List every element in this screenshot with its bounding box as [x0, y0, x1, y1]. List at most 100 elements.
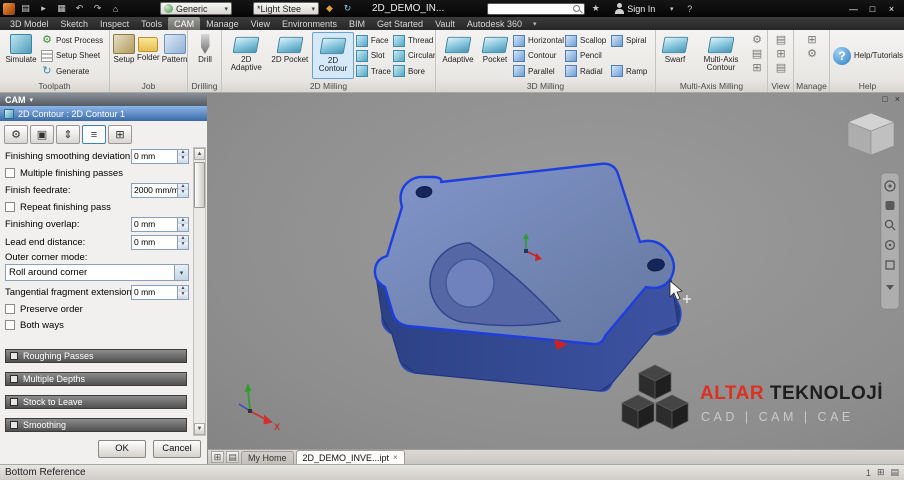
repeat-finishing-pass-checkbox[interactable]	[5, 202, 15, 212]
preserve-order-checkbox[interactable]	[5, 304, 15, 314]
favorites-icon[interactable]: ★	[588, 2, 603, 15]
ribbon-item-setup[interactable]: Setup	[113, 32, 135, 79]
update-icon[interactable]: ↻	[340, 2, 355, 15]
lead-end-distance-input[interactable]: 0 mm ▲ ▼	[131, 234, 189, 250]
ribbon-item-contour[interactable]: Contour	[513, 48, 563, 63]
minimize-button[interactable]: —	[844, 1, 863, 16]
cam-panel-header[interactable]: CAM ▾	[0, 93, 207, 106]
scrollbar-track[interactable]	[194, 160, 205, 423]
scroll-down-icon[interactable]: ▼	[194, 423, 205, 435]
close-tab-icon[interactable]: ×	[393, 453, 398, 462]
ribbon-item-2d-contour[interactable]: 2D Contour	[312, 32, 354, 79]
ribbon-item-pencil[interactable]: Pencil	[565, 48, 609, 63]
spin-down-icon[interactable]: ▼	[178, 292, 188, 299]
tab-view[interactable]: View	[245, 17, 276, 30]
search-icon[interactable]	[572, 4, 582, 14]
tab-inspect[interactable]: Inspect	[94, 17, 135, 30]
ribbon-group-label[interactable]: View	[768, 79, 793, 92]
tab-cam[interactable]: CAM	[168, 17, 201, 30]
close-button[interactable]: ×	[882, 1, 901, 16]
ribbon-group-label[interactable]: Toolpath	[0, 79, 109, 92]
section-multiple-depths[interactable]: Multiple Depths	[5, 372, 187, 386]
ok-button[interactable]: OK	[98, 439, 146, 458]
tab-tools[interactable]: Tools	[135, 17, 168, 30]
scroll-up-icon[interactable]: ▲	[194, 148, 205, 160]
close-window-icon[interactable]: ×	[895, 94, 900, 104]
section-checkbox[interactable]	[10, 375, 18, 383]
tab-my-home[interactable]: My Home	[241, 451, 294, 464]
spin-down-icon[interactable]: ▼	[178, 156, 188, 163]
ribbon-item-bore[interactable]: Bore	[393, 64, 433, 79]
tab-environments[interactable]: Environments	[276, 17, 343, 30]
ribbon-item-ramp[interactable]: Ramp	[611, 64, 651, 79]
generic-material-dropdown[interactable]: Generic ▾	[160, 2, 232, 15]
tab-document[interactable]: 2D_DEMO_INVE...ipt ×	[295, 450, 405, 464]
ribbon-item-simulate[interactable]: Simulate	[3, 32, 39, 79]
multi-axis-option-icon[interactable]: ▤	[751, 48, 763, 60]
ribbon-item-scallop[interactable]: Scallop	[565, 33, 609, 48]
tab-autodesk-360[interactable]: Autodesk 360	[461, 17, 528, 30]
both-ways-checkbox[interactable]	[5, 320, 15, 330]
outer-corner-mode-dropdown[interactable]: Roll around corner ▾	[5, 264, 189, 281]
ribbon-item-slot[interactable]: Slot	[355, 48, 391, 63]
spin-down-icon[interactable]: ▼	[178, 242, 188, 249]
ribbon-item-drill[interactable]: Drill	[192, 32, 218, 79]
ribbon-group-label[interactable]: Job	[110, 79, 187, 92]
manage-option-icon[interactable]: ⊞	[806, 34, 818, 46]
tab-get-started[interactable]: Get Started	[371, 17, 429, 30]
ribbon-item-radial[interactable]: Radial	[565, 64, 609, 79]
restore-window-icon[interactable]: □	[882, 94, 887, 104]
options-chevron-icon[interactable]: ▾	[664, 2, 679, 15]
ribbon-item-pattern[interactable]: Pattern	[162, 32, 187, 79]
tab-sketch[interactable]: Sketch	[55, 17, 95, 30]
spin-down-icon[interactable]: ▼	[178, 190, 188, 197]
ribbon-item-folder[interactable]: Folder	[137, 32, 160, 79]
tile-windows-icon[interactable]: ⊞	[211, 451, 224, 463]
view-cube[interactable]	[847, 112, 895, 156]
ribbon-item-setup-sheet[interactable]: Setup Sheet	[41, 48, 103, 63]
ribbon-item-horizontal[interactable]: Horizontal	[513, 33, 564, 48]
view-option-icon[interactable]: ▤	[775, 34, 787, 46]
finishing-overlap-input[interactable]: 0 mm ▲ ▼	[131, 216, 189, 232]
selected-operation-bar[interactable]: 2D Contour : 2D Contour 1	[0, 106, 207, 121]
home-icon[interactable]: ⌂	[108, 2, 123, 15]
sketch-icon[interactable]: ◆	[322, 2, 337, 15]
tab-manage[interactable]: Manage	[200, 17, 245, 30]
section-checkbox[interactable]	[10, 398, 18, 406]
spin-down-icon[interactable]: ▼	[178, 224, 188, 231]
tab-linking[interactable]: ⊞	[108, 125, 132, 144]
tab-heights[interactable]: ⇕	[56, 125, 80, 144]
navigation-bar[interactable]	[880, 172, 900, 310]
section-checkbox[interactable]	[10, 421, 18, 429]
tab-3d-model[interactable]: 3D Model	[4, 17, 55, 30]
finish-feedrate-input[interactable]: 2000 mm/m ▲ ▼	[131, 182, 189, 198]
undo-icon[interactable]: ↶	[72, 2, 87, 15]
manage-option-icon[interactable]: ⚙	[806, 48, 818, 60]
multi-axis-option-icon[interactable]: ⚙	[751, 34, 763, 46]
help-search-box[interactable]	[487, 2, 586, 15]
tab-geometry[interactable]: ▣	[30, 125, 54, 144]
ribbon-item-post-process[interactable]: ⚙ Post Process	[41, 33, 103, 48]
ribbon-group-label[interactable]: Manage	[794, 79, 829, 92]
ribbon-item-help-tutorials[interactable]: ? Help/Tutorials	[833, 46, 903, 65]
section-stock-to-leave[interactable]: Stock to Leave	[5, 395, 187, 409]
ribbon-group-label[interactable]: Help	[830, 79, 904, 92]
ribbon-item-parallel[interactable]: Parallel	[513, 64, 563, 79]
appearance-dropdown[interactable]: *Light Stee ▾	[253, 2, 319, 15]
ribbon-item-trace[interactable]: Trace	[355, 64, 391, 79]
ribbon-item-face[interactable]: Face	[355, 33, 391, 48]
ribbon-item-adaptive[interactable]: Adaptive	[439, 32, 477, 79]
help-icon[interactable]: ?	[682, 2, 697, 15]
ribbon-group-label[interactable]: 3D Milling	[436, 79, 655, 92]
section-roughing-passes[interactable]: Roughing Passes	[5, 349, 187, 363]
maximize-button[interactable]: □	[863, 1, 882, 16]
redo-icon[interactable]: ↷	[90, 2, 105, 15]
ribbon-group-label[interactable]: 2D Milling	[222, 79, 435, 92]
inventor-app-icon[interactable]	[3, 2, 15, 15]
open-icon[interactable]: ▸	[36, 2, 51, 15]
pan-icon[interactable]	[885, 201, 895, 210]
form-scrollbar[interactable]: ▲ ▼	[193, 147, 206, 436]
finishing-smoothing-deviation-input[interactable]: 0 mm ▲ ▼	[131, 148, 189, 164]
model-viewport[interactable]: X ALTAR TEKNOLOJİ CAD | CAM | CAE □ ×	[208, 93, 904, 449]
search-input[interactable]	[490, 4, 573, 13]
